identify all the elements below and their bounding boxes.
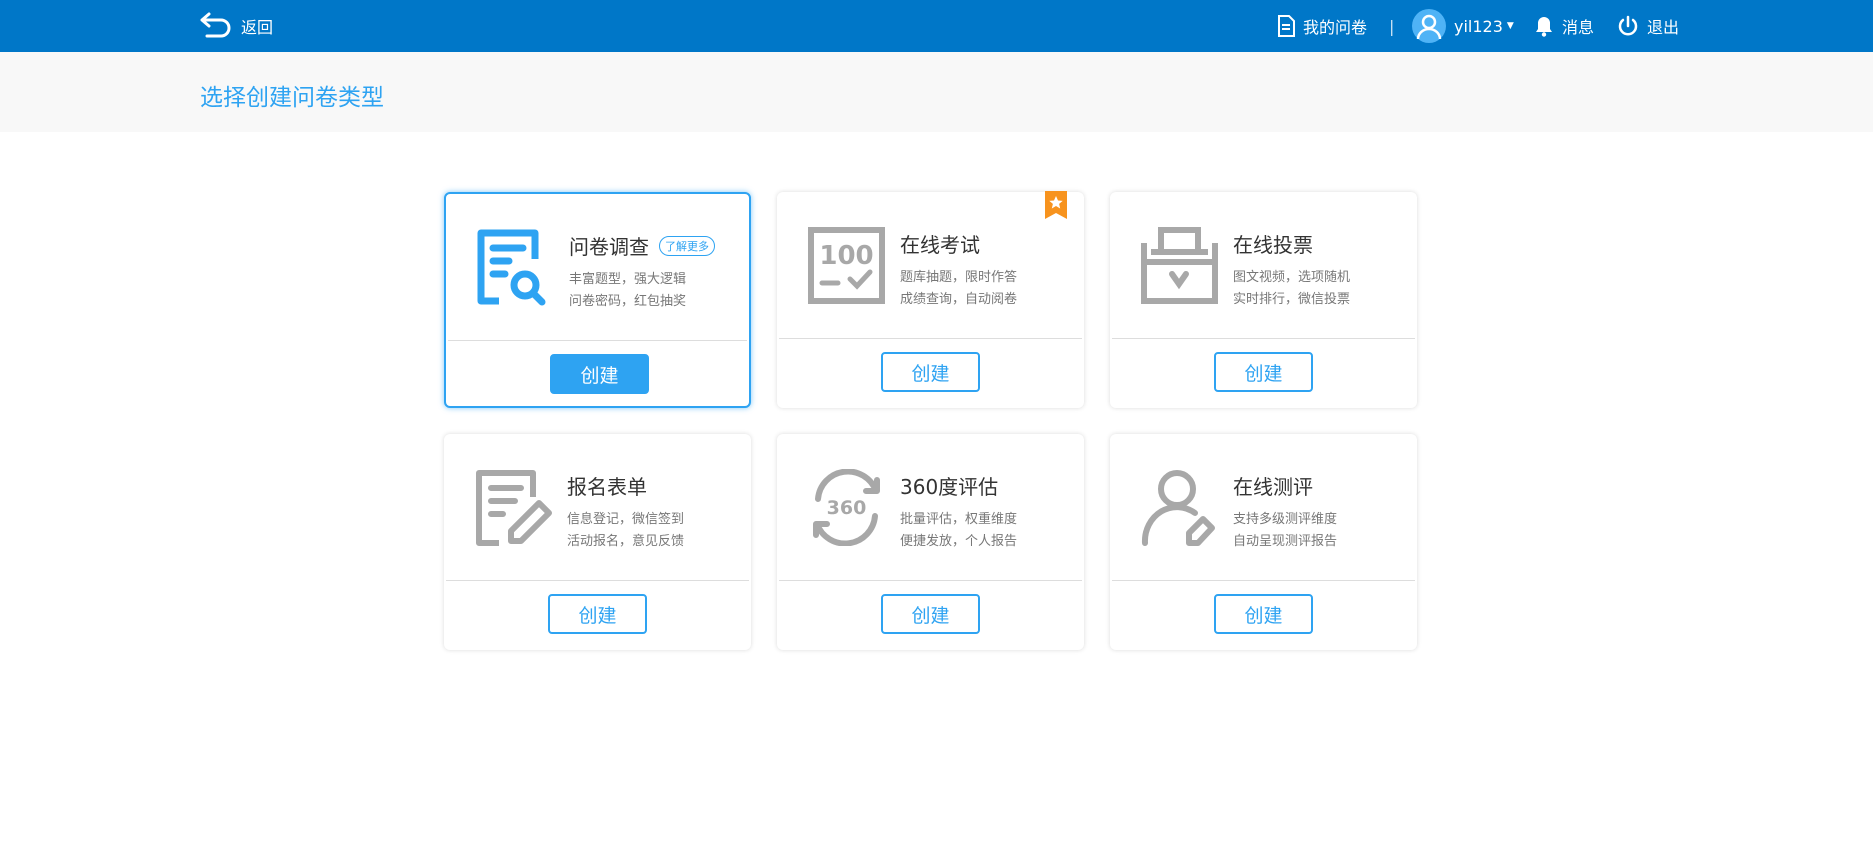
divider	[779, 338, 1082, 339]
learn-more-link[interactable]: 了解更多	[659, 235, 715, 256]
create-exam-button[interactable]: 创建	[881, 352, 980, 392]
card-desc-line: 批量评估，权重维度	[900, 512, 1018, 527]
exam-100-icon: 100	[808, 227, 885, 304]
survey-search-icon	[477, 229, 546, 306]
card-title: 报名表单	[567, 475, 647, 499]
avatar	[1412, 9, 1446, 43]
card-desc-line: 自动呈现测评报告	[1233, 534, 1338, 549]
card-desc-line: 便捷发放，个人报告	[900, 534, 1018, 549]
card-assessment[interactable]: 在线测评 支持多级测评维度 自动呈现测评报告 创建	[1110, 434, 1417, 650]
svg-text:100: 100	[819, 241, 873, 271]
page-title-bar: 选择创建问卷类型	[0, 52, 1873, 132]
logout-link[interactable]: 退出	[1617, 0, 1679, 52]
card-desc-line: 活动报名，意见反馈	[567, 534, 685, 549]
card-form[interactable]: 报名表单 信息登记，微信签到 活动报名，意见反馈 创建	[444, 434, 751, 650]
create-assessment-button[interactable]: 创建	[1214, 594, 1313, 634]
360-cycle-icon: 360	[813, 469, 880, 546]
user-edit-icon	[1141, 470, 1215, 546]
divider	[446, 580, 749, 581]
card-360[interactable]: 360 360度评估 批量评估，权重维度 便捷发放，个人报告 创建	[777, 434, 1084, 650]
card-desc-line: 丰富题型，强大逻辑	[569, 272, 687, 287]
logout-label: 退出	[1647, 18, 1680, 37]
divider	[1112, 338, 1415, 339]
card-title: 问卷调查	[569, 235, 649, 259]
divider	[1112, 580, 1415, 581]
document-icon	[1278, 15, 1295, 37]
card-title: 在线测评	[1233, 475, 1313, 499]
caret-down-icon: ▼	[1506, 21, 1514, 31]
card-title: 在线考试	[900, 233, 980, 257]
back-label: 返回	[241, 18, 274, 37]
back-link[interactable]: 返回	[199, 0, 273, 52]
username: yil123	[1454, 16, 1503, 36]
create-vote-button[interactable]: 创建	[1214, 352, 1313, 392]
form-edit-icon	[476, 470, 552, 546]
create-form-button[interactable]: 创建	[548, 594, 647, 634]
my-surveys-link[interactable]: 我的问卷	[1277, 0, 1367, 52]
card-desc-line: 信息登记，微信签到	[567, 512, 685, 527]
card-desc-line: 图文视频，选项随机	[1233, 270, 1351, 285]
back-arrow-icon	[200, 12, 231, 38]
survey-type-grid: 问卷调查 了解更多 丰富题型，强大逻辑 问卷密码，红包抽奖 创建 100 在线考试…	[444, 191, 1417, 650]
ballot-box-icon	[1141, 227, 1218, 304]
user-menu[interactable]: yil123 ▼	[1412, 0, 1514, 52]
create-survey-button[interactable]: 创建	[550, 354, 649, 394]
divider	[448, 340, 747, 341]
card-desc-line: 题库抽题，限时作答	[900, 270, 1018, 285]
card-desc-line: 支持多级测评维度	[1233, 512, 1338, 527]
card-desc-line: 实时排行，微信投票	[1233, 292, 1351, 307]
card-desc-line: 问卷密码，红包抽奖	[569, 294, 687, 309]
svg-text:360: 360	[827, 497, 867, 519]
power-icon	[1618, 15, 1638, 36]
top-nav: 返回 我的问卷 | yil123 ▼ 消息 退出	[0, 0, 1873, 52]
messages-link[interactable]: 消息	[1534, 0, 1594, 52]
card-vote[interactable]: 在线投票 图文视频，选项随机 实时排行，微信投票 创建	[1110, 192, 1417, 408]
nav-separator: |	[1389, 16, 1395, 36]
my-surveys-label: 我的问卷	[1303, 18, 1368, 37]
card-title: 360度评估	[900, 475, 999, 499]
page-title: 选择创建问卷类型	[200, 85, 384, 111]
card-exam[interactable]: 100 在线考试 题库抽题，限时作答 成绩查询，自动阅卷 创建	[777, 191, 1084, 408]
divider	[779, 580, 1082, 581]
card-title: 在线投票	[1233, 233, 1313, 257]
card-survey[interactable]: 问卷调查 了解更多 丰富题型，强大逻辑 问卷密码，红包抽奖 创建	[444, 192, 751, 408]
messages-label: 消息	[1562, 18, 1595, 37]
star-bookmark-icon	[1045, 191, 1067, 219]
card-desc-line: 成绩查询，自动阅卷	[900, 292, 1018, 307]
create-360-button[interactable]: 创建	[881, 594, 980, 634]
bell-icon	[1536, 17, 1552, 37]
